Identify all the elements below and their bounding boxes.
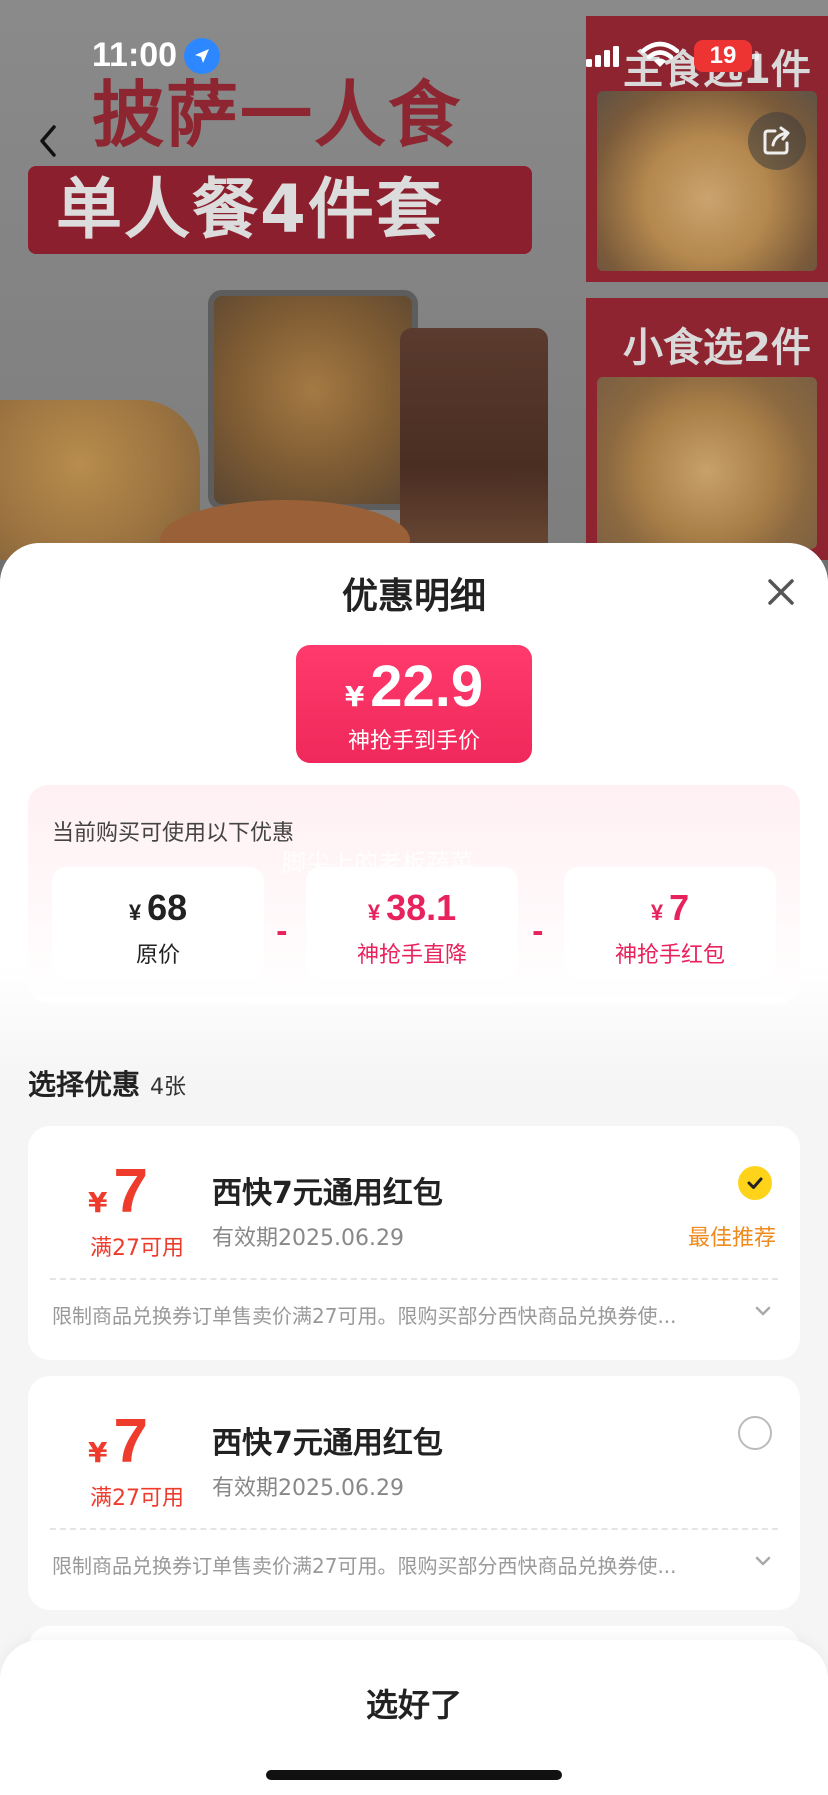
coupon-card[interactable]: ¥ 7 满27可用 西快7元通用红包 有效期2025.06.29 最佳推荐 限制…	[28, 1126, 800, 1360]
coupon-name: 西快7元通用红包	[212, 1426, 443, 1461]
food-image-chicken	[208, 290, 418, 510]
minus-sign: -	[532, 915, 544, 948]
promo-banner: 披萨一人食 单人餐4件套 主食选1件 小食选2件	[0, 0, 828, 560]
chevron-down-icon	[755, 1306, 771, 1316]
close-button[interactable]	[762, 573, 800, 611]
currency-symbol: ¥	[128, 900, 142, 925]
discount-detail-sheet: 优惠明细 ¥ 22.9 神抢手到手价 当前购买可使用以下优惠 脚尖上的老板蔬菜 …	[0, 543, 828, 1795]
red-packet-value: 7	[669, 887, 690, 928]
battery-indicator: 19	[694, 40, 759, 72]
cellular-signal-icon	[586, 46, 620, 72]
snack-image	[597, 377, 817, 549]
currency-symbol: ¥	[88, 1186, 108, 1219]
sheet-title: 优惠明细	[341, 576, 486, 617]
coupon-section-header: 选择优惠 4张	[28, 1063, 186, 1103]
coupon-amount: ¥ 7	[88, 1410, 148, 1474]
coupon-count: 4张	[150, 1075, 187, 1100]
coupon-condition: 满27可用	[90, 1486, 184, 1511]
final-price-amount: 22.9	[370, 654, 484, 719]
dashed-divider	[50, 1278, 778, 1280]
promo-panel-snack: 小食选2件	[586, 298, 828, 560]
location-arrow-icon	[184, 38, 220, 74]
original-price-label: 原价	[135, 943, 180, 968]
coupon-expiry: 有效期2025.06.29	[212, 1476, 404, 1501]
price-breakdown: 当前购买可使用以下优惠 脚尖上的老板蔬菜 ¥68 原价 - ¥38.1 神抢手直…	[28, 785, 800, 1003]
back-button[interactable]	[20, 112, 78, 170]
currency-symbol: ¥	[344, 680, 365, 713]
coupon-select-radio[interactable]	[738, 1416, 772, 1450]
share-button[interactable]	[748, 112, 806, 170]
home-indicator	[266, 1770, 562, 1780]
coupon-section-title: 选择优惠	[28, 1068, 141, 1101]
food-image-drink	[400, 328, 548, 560]
red-packet-label: 神抢手红包	[614, 943, 725, 968]
final-price-badge: ¥ 22.9 神抢手到手价	[296, 645, 532, 763]
share-icon	[763, 126, 790, 155]
dashed-divider	[50, 1528, 778, 1530]
expand-button[interactable]	[754, 1552, 772, 1571]
breakdown-hint: 当前购买可使用以下优惠	[52, 821, 295, 846]
status-time: 11:00	[92, 36, 178, 74]
coupon-name: 西快7元通用红包	[212, 1176, 443, 1211]
direct-discount-value: 38.1	[386, 887, 457, 928]
close-icon	[768, 579, 794, 605]
coupon-amount: ¥ 7	[88, 1160, 148, 1224]
expand-button[interactable]	[754, 1302, 772, 1321]
sheet-footer: 选好了	[0, 1640, 828, 1795]
direct-discount-card: ¥38.1 神抢手直降	[306, 867, 518, 979]
promo-panel-label: 小食选2件	[623, 325, 811, 371]
original-price-value: 68	[147, 887, 188, 928]
coupon-select-checkbox[interactable]	[738, 1166, 772, 1200]
chevron-left-icon	[40, 125, 56, 157]
checkmark-icon	[747, 1177, 763, 1189]
original-price-card: ¥68 原价	[52, 867, 264, 979]
currency-symbol: ¥	[367, 900, 381, 925]
chevron-down-icon	[755, 1556, 771, 1566]
confirm-button[interactable]: 选好了	[0, 1680, 828, 1726]
coupon-amount-value: 7	[113, 1407, 148, 1476]
final-price-label: 神抢手到手价	[347, 729, 480, 754]
red-packet-card: ¥7 神抢手红包	[564, 867, 776, 979]
wifi-icon	[640, 40, 680, 74]
coupon-expiry: 有效期2025.06.29	[212, 1226, 404, 1251]
coupon-amount-value: 7	[113, 1157, 148, 1226]
direct-discount-label: 神抢手直降	[356, 943, 467, 968]
coupon-card[interactable]: ¥ 7 满27可用 西快7元通用红包 有效期2025.06.29 限制商品兑换券…	[28, 1376, 800, 1610]
coupon-rule-text: 限制商品兑换券订单售卖价满27可用。限购买部分西快商品兑换券使...	[52, 1304, 677, 1328]
minus-sign: -	[276, 915, 288, 948]
promo-subheadline: 单人餐4件套	[56, 171, 444, 248]
currency-symbol: ¥	[650, 900, 664, 925]
coupon-rule-text: 限制商品兑换券订单售卖价满27可用。限购买部分西快商品兑换券使...	[52, 1554, 677, 1578]
best-recommend-badge: 最佳推荐	[687, 1226, 776, 1251]
currency-symbol: ¥	[88, 1436, 108, 1469]
coupon-condition: 满27可用	[90, 1236, 184, 1261]
